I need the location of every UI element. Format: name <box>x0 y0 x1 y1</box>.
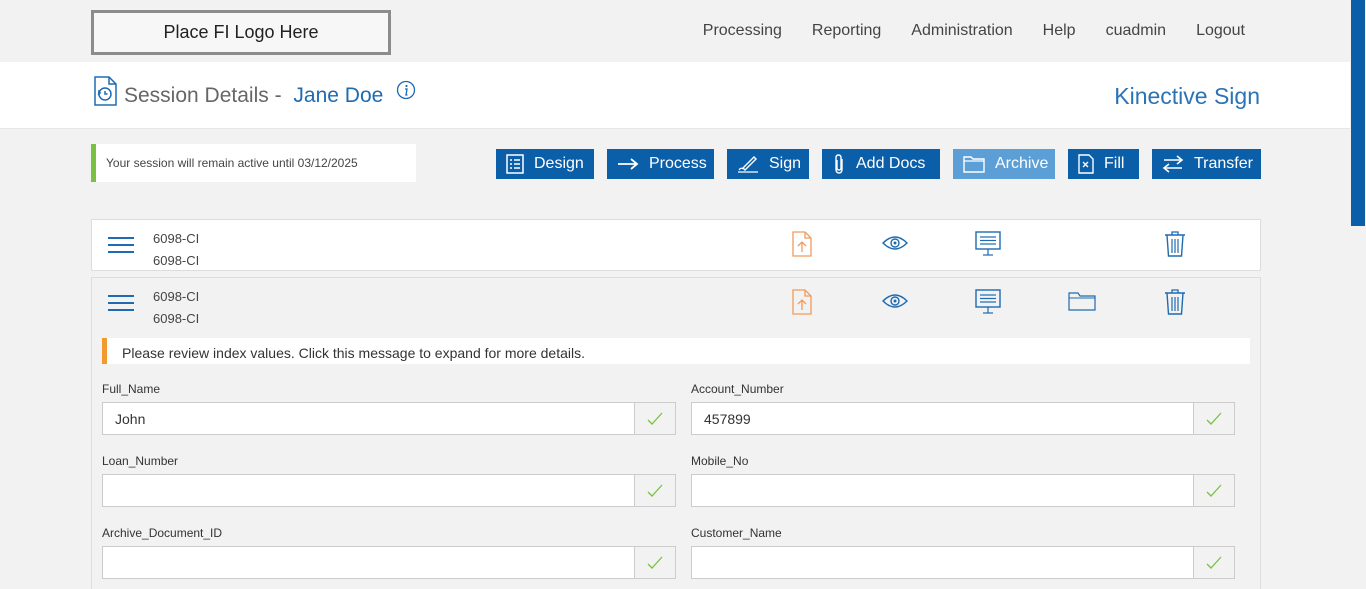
loan-number-label: Loan_Number <box>102 454 179 468</box>
pen-sign-icon <box>738 156 758 173</box>
add-docs-button-label: Add Docs <box>856 155 926 172</box>
brand-name: Kinective Sign <box>1114 83 1260 109</box>
nav-logout[interactable]: Logout <box>1196 22 1245 40</box>
index-review-alert[interactable]: Please review index values. Click this m… <box>102 338 1250 364</box>
design-button[interactable]: Design <box>496 149 594 179</box>
check-icon[interactable] <box>1193 403 1234 434</box>
check-icon[interactable] <box>1193 475 1234 506</box>
full-name-field <box>102 402 676 435</box>
paperclip-icon <box>835 154 843 174</box>
main-nav: Processing Reporting Administration Help… <box>703 22 1245 40</box>
archive-button[interactable]: Archive <box>953 149 1055 179</box>
logo-placeholder: Place FI Logo Here <box>91 10 391 55</box>
page-header: Session Details - Jane Doe Kinective Sig… <box>0 62 1350 129</box>
document-name: 6098-CI <box>153 231 200 246</box>
fill-button[interactable]: Fill <box>1068 149 1139 179</box>
check-icon[interactable] <box>634 547 675 578</box>
mobile-no-label: Mobile_No <box>691 454 749 468</box>
account-number-input[interactable] <box>692 403 1194 434</box>
menu-icon[interactable] <box>108 295 134 313</box>
trash-icon[interactable] <box>1164 289 1186 315</box>
loan-number-field <box>102 474 676 507</box>
document-type: 6098-CI <box>153 311 200 326</box>
upload-document-icon[interactable] <box>792 289 812 315</box>
session-customer-name: Jane Doe <box>293 84 384 107</box>
view-eye-icon[interactable] <box>882 293 908 309</box>
trash-icon[interactable] <box>1164 231 1186 257</box>
page-title-label: Session Details - <box>124 84 282 107</box>
customer-name-field <box>691 546 1235 579</box>
scrollbar-thumb[interactable] <box>1351 0 1365 226</box>
info-icon[interactable] <box>396 80 416 100</box>
customer-name-input[interactable] <box>692 547 1194 578</box>
archive-document-id-label: Archive_Document_ID <box>102 526 223 540</box>
transfer-arrows-icon <box>1162 155 1184 173</box>
menu-icon[interactable] <box>108 237 134 255</box>
process-button-label: Process <box>649 155 707 172</box>
folder-icon <box>963 156 985 173</box>
process-button[interactable]: Process <box>607 149 714 179</box>
upload-document-icon[interactable] <box>792 231 812 257</box>
document-names: 6098-CI 6098-CI <box>153 286 199 330</box>
sign-button[interactable]: Sign <box>727 149 809 179</box>
nav-processing[interactable]: Processing <box>703 22 782 40</box>
nav-reporting[interactable]: Reporting <box>812 22 881 40</box>
account-number-label: Account_Number <box>691 382 784 396</box>
add-docs-button[interactable]: Add Docs <box>822 149 940 179</box>
fill-button-label: Fill <box>1104 155 1125 172</box>
presentation-icon[interactable] <box>975 231 1001 257</box>
page-title: Session Details - Jane Doe <box>124 84 383 108</box>
archive-document-id-input[interactable] <box>103 547 635 578</box>
customer-name-label: Customer_Name <box>691 526 782 540</box>
mobile-no-input[interactable] <box>692 475 1194 506</box>
design-button-label: Design <box>534 155 584 172</box>
archive-folder-icon[interactable] <box>1068 291 1096 311</box>
design-icon <box>506 154 524 174</box>
check-icon[interactable] <box>634 403 675 434</box>
view-eye-icon[interactable] <box>882 235 908 251</box>
fill-document-icon <box>1078 154 1094 174</box>
nav-help[interactable]: Help <box>1043 22 1076 40</box>
arrow-right-icon <box>618 158 639 170</box>
check-icon[interactable] <box>1193 547 1234 578</box>
page-scrollbar[interactable] <box>1350 0 1366 589</box>
transfer-button[interactable]: Transfer <box>1152 149 1261 179</box>
archive-document-id-field <box>102 546 676 579</box>
loan-number-input[interactable] <box>103 475 635 506</box>
document-type: 6098-CI <box>153 253 200 268</box>
nav-administration[interactable]: Administration <box>911 22 1012 40</box>
sign-button-label: Sign <box>769 155 802 172</box>
check-icon[interactable] <box>634 475 675 506</box>
document-names: 6098-CI 6098-CI <box>153 228 199 272</box>
account-number-field <box>691 402 1235 435</box>
presentation-icon[interactable] <box>975 289 1001 315</box>
mobile-no-field <box>691 474 1235 507</box>
document-row-expanded: 6098-CI 6098-CI Please review index valu… <box>91 277 1261 589</box>
document-row: 6098-CI 6098-CI <box>91 219 1261 271</box>
transfer-button-label: Transfer <box>1194 155 1253 172</box>
document-name: 6098-CI <box>153 289 200 304</box>
nav-user[interactable]: cuadmin <box>1106 22 1166 40</box>
top-navbar: Place FI Logo Here Processing Reporting … <box>0 0 1350 62</box>
session-notice: Your session will remain active until 03… <box>91 144 416 182</box>
full-name-input[interactable] <box>103 403 635 434</box>
archive-button-label: Archive <box>995 155 1049 172</box>
full-name-label: Full_Name <box>102 382 161 396</box>
document-history-icon <box>94 76 117 106</box>
